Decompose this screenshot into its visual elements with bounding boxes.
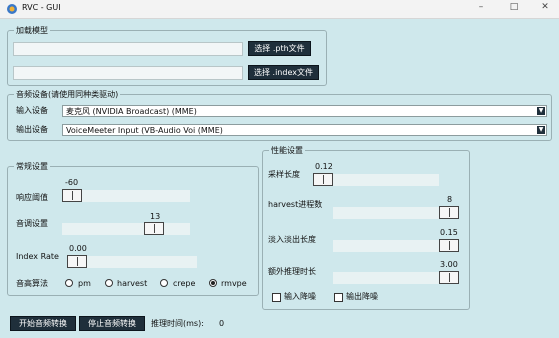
extra-time-value: 3.00: [440, 260, 458, 269]
maximize-icon[interactable]: □: [503, 2, 525, 16]
output-device-value: VoiceMeeter Input (VB-Audio Voi (MME): [66, 126, 223, 135]
radio-crepe[interactable]: [160, 279, 168, 287]
harvest-procs-value: 8: [447, 195, 453, 204]
radio-rmvpe-label: rmvpe: [221, 279, 247, 288]
output-device-label: 输出设备: [16, 125, 48, 134]
stop-conversion-button[interactable]: 停止音频转换: [79, 316, 145, 331]
model-legend: 加载模型: [14, 25, 50, 36]
crossfade-value: 0.15: [440, 228, 458, 237]
crossfade-slider-handle[interactable]: [439, 239, 459, 252]
inference-time-label: 推理时间(ms):: [151, 319, 204, 328]
radio-rmvpe[interactable]: [209, 279, 217, 287]
extra-time-slider[interactable]: [333, 271, 459, 284]
pitch-slider-handle[interactable]: [144, 222, 164, 235]
pitch-value: 13: [150, 212, 161, 221]
select-index-button[interactable]: 选择 .index文件: [248, 65, 319, 80]
input-device-select[interactable]: 麦克风 (NVIDIA Broadcast) (MME) ▼: [62, 105, 547, 117]
output-denoise-label: 输出降噪: [346, 292, 378, 301]
sample-length-slider[interactable]: [313, 173, 439, 186]
chevron-down-icon[interactable]: ▼: [537, 126, 545, 134]
start-conversion-button[interactable]: 开始音频转换: [10, 316, 76, 331]
output-denoise-checkbox[interactable]: [334, 293, 343, 302]
crossfade-slider[interactable]: [333, 239, 459, 252]
input-device-value: 麦克风 (NVIDIA Broadcast) (MME): [66, 107, 197, 116]
output-device-select[interactable]: VoiceMeeter Input (VB-Audio Voi (MME) ▼: [62, 124, 547, 136]
minimize-icon[interactable]: –: [470, 2, 492, 16]
title-bar: RVC - GUI – □ ✕: [0, 0, 559, 19]
chevron-down-icon[interactable]: ▼: [537, 107, 545, 115]
radio-pm[interactable]: [65, 279, 73, 287]
input-device-label: 输入设备: [16, 106, 48, 115]
harvest-procs-slider-handle[interactable]: [439, 206, 459, 219]
harvest-procs-label: harvest进程数: [268, 200, 323, 209]
select-pth-button[interactable]: 选择 .pth文件: [248, 41, 311, 56]
threshold-slider-handle[interactable]: [62, 189, 82, 202]
input-denoise-checkbox[interactable]: [272, 293, 281, 302]
close-icon[interactable]: ✕: [534, 2, 556, 16]
index-rate-slider[interactable]: [67, 255, 197, 268]
pitch-label: 音调设置: [16, 219, 48, 228]
sample-length-slider-handle[interactable]: [313, 173, 333, 186]
harvest-procs-slider[interactable]: [333, 206, 459, 219]
radio-crepe-label: crepe: [173, 279, 196, 288]
general-legend: 常规设置: [14, 161, 50, 172]
index-rate-slider-handle[interactable]: [67, 255, 87, 268]
f0-method-label: 音高算法: [16, 279, 48, 288]
performance-legend: 性能设置: [269, 145, 305, 156]
pitch-slider[interactable]: [62, 222, 190, 235]
crossfade-label: 淡入淡出长度: [268, 235, 316, 244]
threshold-value: -60: [65, 178, 79, 187]
app-icon: [7, 4, 17, 14]
window-title: RVC - GUI: [22, 3, 61, 12]
extra-time-label: 额外推理时长: [268, 267, 316, 276]
index-rate-value: 0.00: [69, 244, 87, 253]
devices-legend: 音频设备(请使用同种类驱动): [14, 89, 121, 100]
radio-pm-label: pm: [78, 279, 91, 288]
index-rate-label: Index Rate: [16, 252, 59, 261]
sample-length-label: 采样长度: [268, 170, 300, 179]
input-denoise-label: 输入降噪: [284, 292, 316, 301]
threshold-slider[interactable]: [62, 189, 190, 202]
pth-path-field[interactable]: [13, 42, 243, 56]
radio-harvest[interactable]: [105, 279, 113, 287]
sample-length-value: 0.12: [315, 162, 333, 171]
radio-harvest-label: harvest: [117, 279, 148, 288]
index-path-field[interactable]: [13, 66, 243, 80]
threshold-label: 响应阈值: [16, 193, 48, 202]
inference-time-value: 0: [219, 319, 225, 328]
extra-time-slider-handle[interactable]: [439, 271, 459, 284]
